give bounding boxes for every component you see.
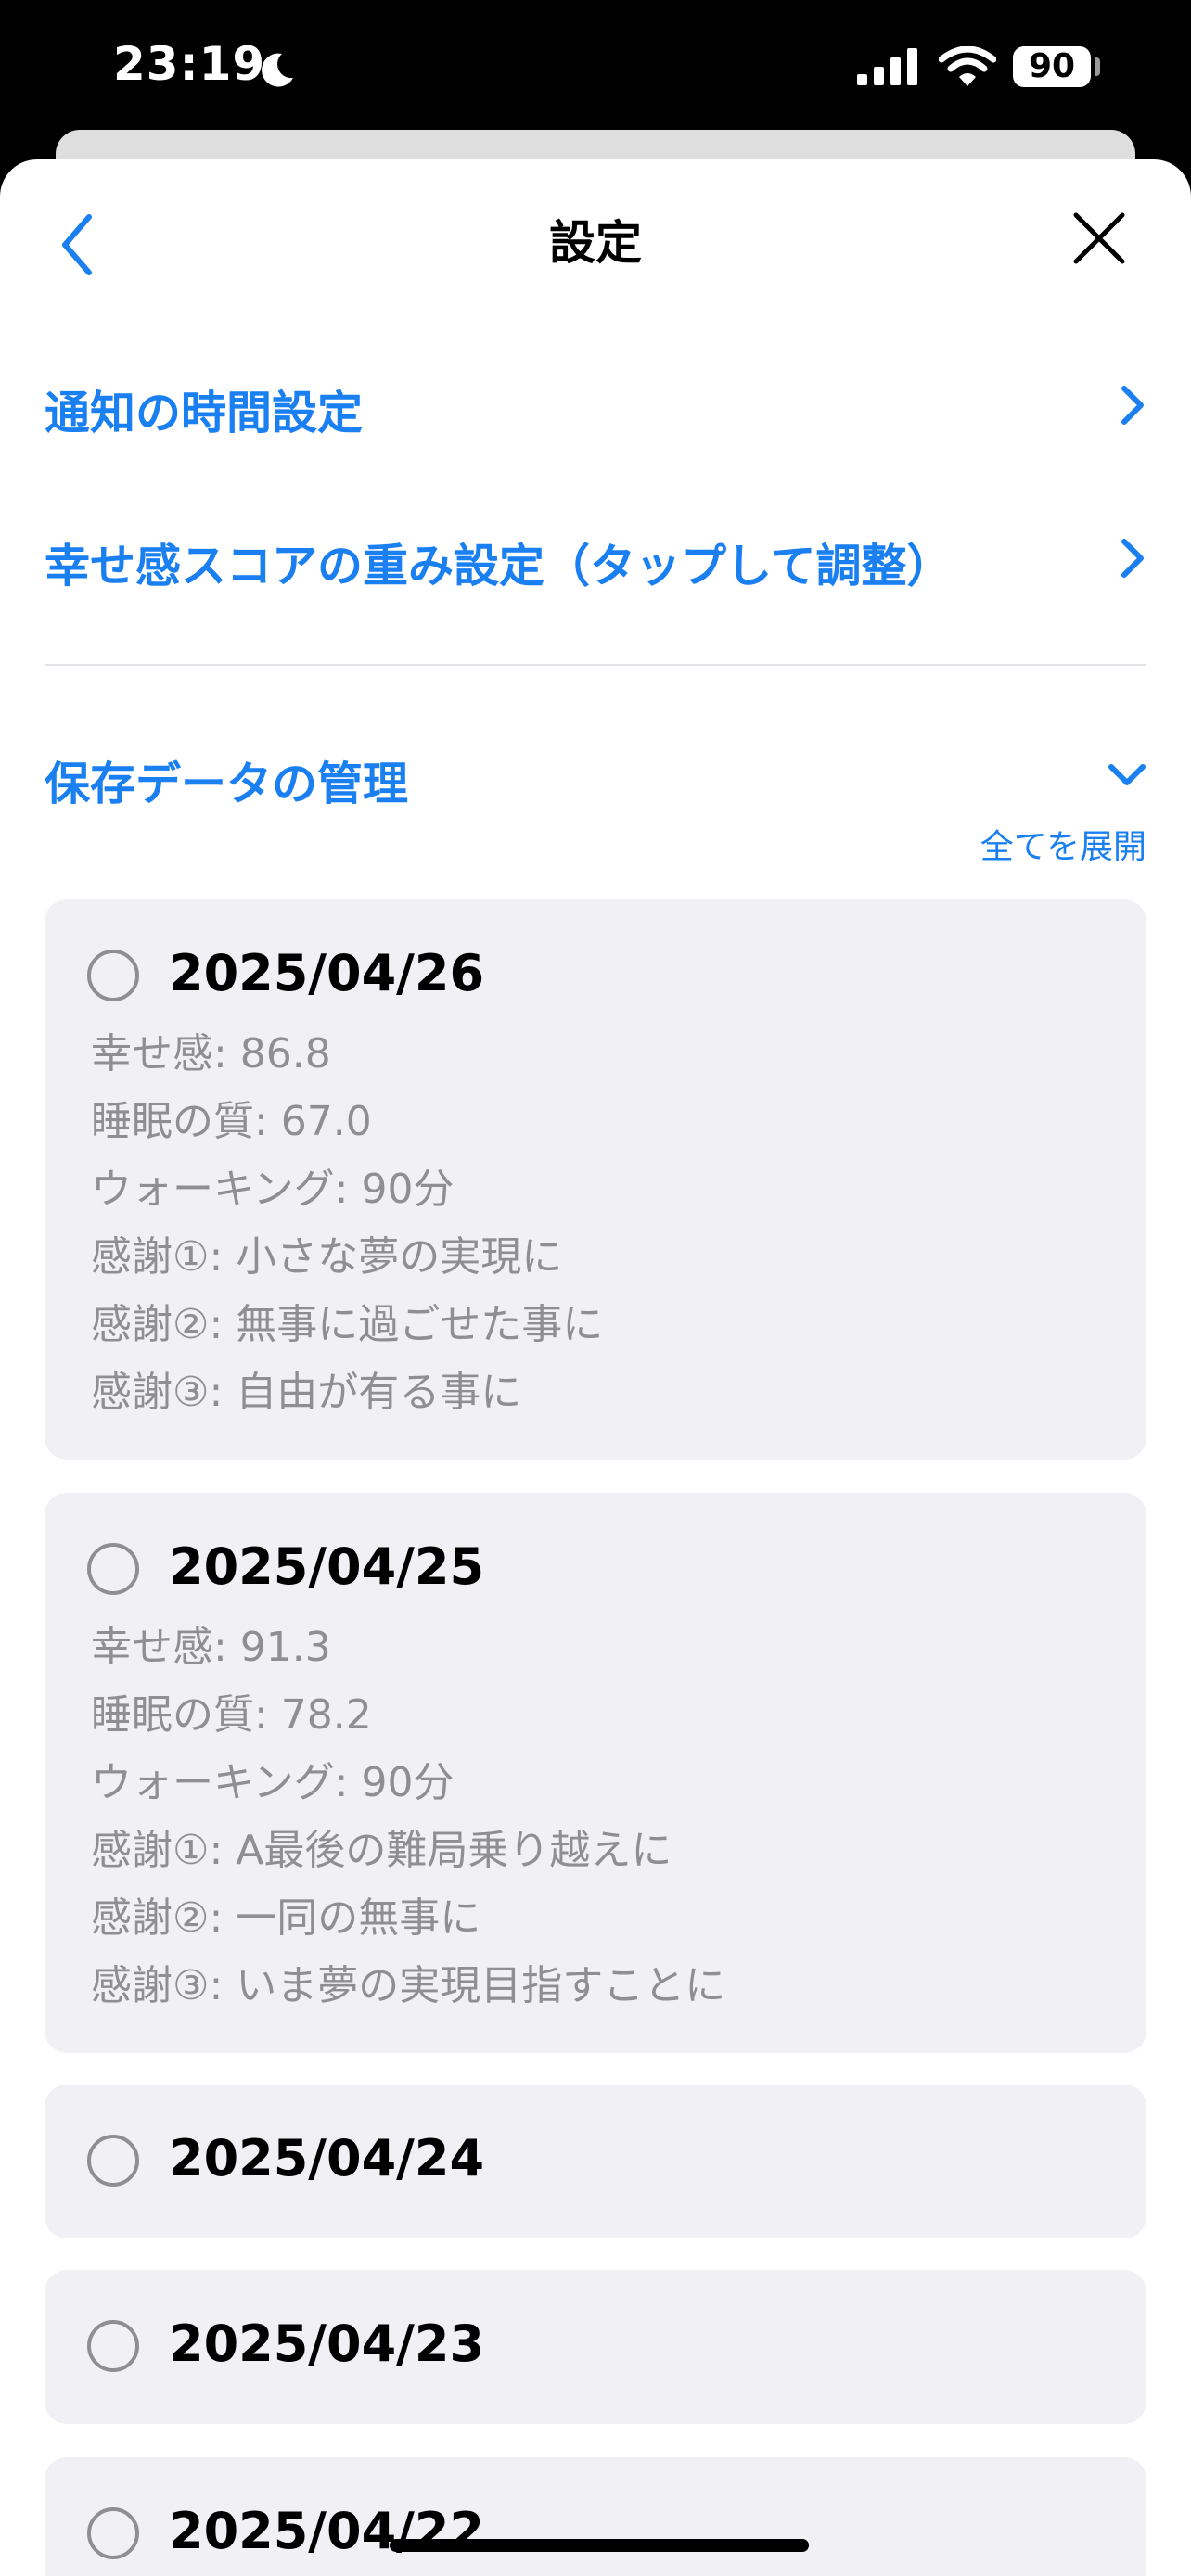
settings-sheet: 設定 通知の時間設定 幸せ感スコアの重み設定（タップして調整） 保存データの管理… — [0, 159, 1191, 2576]
select-radio[interactable] — [87, 2135, 139, 2187]
data-card[interactable]: 2025/04/22 — [45, 2457, 1146, 2576]
data-card[interactable]: 2025/04/23 — [45, 2270, 1146, 2424]
card-date: 2025/04/23 — [169, 2315, 485, 2373]
chevron-down-icon — [1108, 764, 1146, 785]
battery-indicator: 90 — [1013, 46, 1091, 87]
card-sleep: 睡眠の質: 78.2 — [91, 1691, 372, 1739]
data-card[interactable]: 2025/04/25 幸せ感: 91.3 睡眠の質: 78.2 ウォーキング: … — [45, 1493, 1146, 2053]
menu-score-weight-label: 幸せ感スコアの重み設定（タップして調整） — [45, 540, 953, 593]
chevron-right-icon — [1121, 539, 1144, 578]
battery-level: 90 — [1028, 47, 1076, 85]
close-icon[interactable] — [1067, 206, 1132, 271]
card-date: 2025/04/24 — [169, 2129, 485, 2187]
expand-all-button[interactable]: 全てを展開 — [980, 820, 1146, 868]
section-divider — [45, 664, 1146, 666]
card-date: 2025/04/26 — [169, 944, 485, 1002]
card-happiness: 幸せ感: 91.3 — [91, 1624, 331, 1671]
menu-score-weight[interactable]: 幸せ感スコアの重み設定（タップして調整） — [45, 516, 1146, 600]
card-sleep: 睡眠の質: 67.0 — [91, 1098, 372, 1145]
card-date: 2025/04/25 — [169, 1537, 485, 1596]
data-card[interactable]: 2025/04/24 — [45, 2085, 1146, 2238]
menu-notify-time-label: 通知の時間設定 — [45, 387, 364, 440]
card-walking: ウォーキング: 90分 — [91, 1166, 455, 1213]
select-radio[interactable] — [87, 2320, 139, 2372]
card-gratitude-1: 感謝①: A最後の難局乗り越えに — [91, 1827, 672, 1874]
menu-saved-data-label: 保存データの管理 — [45, 758, 409, 810]
status-bar: 23:19 90 — [0, 0, 1191, 139]
card-happiness: 幸せ感: 86.8 — [91, 1030, 331, 1078]
chevron-right-icon — [1121, 386, 1144, 425]
card-gratitude-1: 感謝①: 小さな夢の実現に — [91, 1233, 563, 1281]
battery-nub — [1095, 57, 1100, 76]
page-title: 設定 — [549, 216, 642, 270]
card-gratitude-3: 感謝③: いま夢の実現目指すことに — [91, 1962, 726, 2009]
menu-saved-data[interactable]: 保存データの管理 — [45, 734, 1146, 818]
data-card[interactable]: 2025/04/26 幸せ感: 86.8 睡眠の質: 67.0 ウォーキング: … — [45, 899, 1146, 1460]
signal-icon — [857, 48, 917, 85]
wifi-icon — [939, 46, 996, 86]
card-gratitude-2: 感謝②: 一同の無事に — [91, 1894, 481, 1942]
select-radio[interactable] — [87, 1543, 139, 1595]
status-time: 23:19 — [113, 37, 266, 91]
card-walking: ウォーキング: 90分 — [91, 1759, 455, 1806]
select-radio[interactable] — [87, 950, 139, 1001]
card-gratitude-2: 感謝②: 無事に過ごせた事に — [91, 1301, 604, 1348]
home-indicator[interactable] — [390, 2539, 809, 2552]
moon-icon — [262, 53, 293, 87]
menu-notify-time[interactable]: 通知の時間設定 — [45, 363, 1146, 447]
card-gratitude-3: 感謝③: 自由が有る事に — [91, 1369, 522, 1416]
select-radio[interactable] — [87, 2507, 139, 2559]
